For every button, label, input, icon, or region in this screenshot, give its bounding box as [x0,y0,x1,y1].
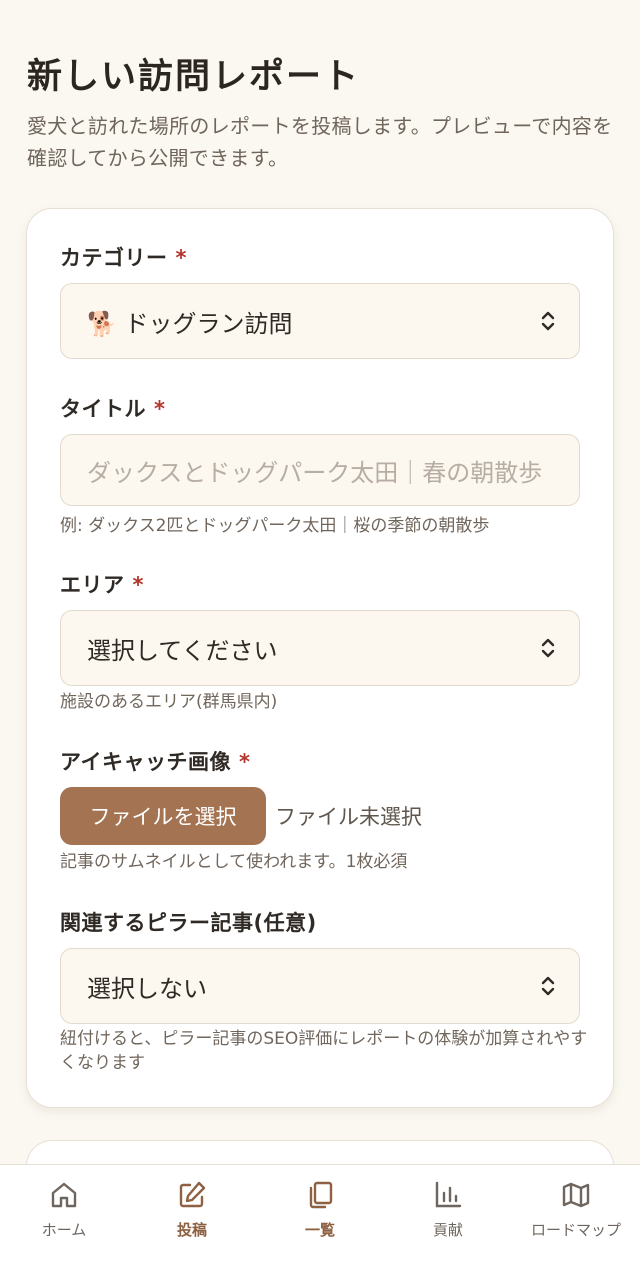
nav-item-post[interactable]: 投稿 [128,1165,256,1281]
chart-icon [435,1181,462,1208]
nav-label: ホーム [41,1221,87,1239]
required-mark: * [154,397,166,421]
pillar-hint: 紐付けると、ピラー記事のSEO評価にレポートの体験が加算されやすくなります [60,1029,588,1073]
nav-label: 貢献 [432,1221,463,1239]
select-arrows-icon [539,635,557,661]
nav-item-roadmap[interactable]: ロードマップ [512,1165,640,1281]
category-select-value: 🐕 ドッグラン訪問 [87,309,293,338]
nav-label: 一覧 [304,1221,335,1239]
title-label-text: タイトル [60,397,146,421]
nav-item-home[interactable]: ホーム [0,1165,128,1281]
title-input[interactable]: ダックスとドッグパーク太田｜春の朝散歩 [60,434,580,506]
documents-icon [309,1181,333,1209]
nav-label: ロードマップ [530,1221,621,1239]
title-hint: 例: ダックス2匹とドッグパーク太田｜桜の季節の朝散歩 [60,516,490,536]
area-label-text: エリア [60,573,125,597]
pillar-select[interactable]: 選択しない [60,948,580,1024]
edit-icon [179,1181,206,1208]
bottom-nav: ホーム 投稿 一覧 貢献 ロードマップ [0,1164,640,1281]
area-select[interactable]: 選択してください [60,610,580,686]
nav-item-contribution[interactable]: 貢献 [384,1165,512,1281]
required-mark: * [175,246,187,270]
nav-label: 投稿 [176,1221,207,1239]
title-input-placeholder: ダックスとドッグパーク太田｜春の朝散歩 [87,458,543,487]
choose-file-button[interactable]: ファイルを選択 [60,787,266,845]
map-icon [562,1182,590,1208]
page-description: 愛犬と訪れた場所のレポートを投稿します。プレビューで内容を確認してから公開できま… [27,114,613,170]
required-mark: * [132,573,144,597]
pillar-select-value: 選択しない [87,974,207,1003]
category-label-text: カテゴリー [60,246,168,270]
eyecatch-label-text: アイキャッチ画像 [60,750,231,774]
area-hint: 施設のあるエリア(群馬県内) [60,692,278,712]
select-arrows-icon [539,308,557,334]
pillar-label-text: 関連するピラー記事(任意) [60,911,317,935]
nav-item-list[interactable]: 一覧 [256,1165,384,1281]
pillar-label: 関連するピラー記事(任意) [60,908,317,938]
file-status: ファイル未選択 [275,805,422,829]
eyecatch-hint: 記事のサムネイルとして使われます。1枚必須 [60,852,408,872]
category-label: カテゴリー * [60,243,187,273]
select-arrows-icon [539,973,557,999]
page-header: 新しい訪問レポート 愛犬と訪れた場所のレポートを投稿します。プレビューで内容を確… [27,52,617,174]
category-select[interactable]: 🐕 ドッグラン訪問 [60,283,580,359]
page-title: 新しい訪問レポート [27,57,361,97]
area-label: エリア * [60,570,144,600]
title-label: タイトル * [60,394,165,424]
required-mark: * [238,750,251,774]
area-select-value: 選択してください [87,636,278,665]
home-icon [51,1182,77,1208]
eyecatch-label: アイキャッチ画像 * [60,747,250,777]
